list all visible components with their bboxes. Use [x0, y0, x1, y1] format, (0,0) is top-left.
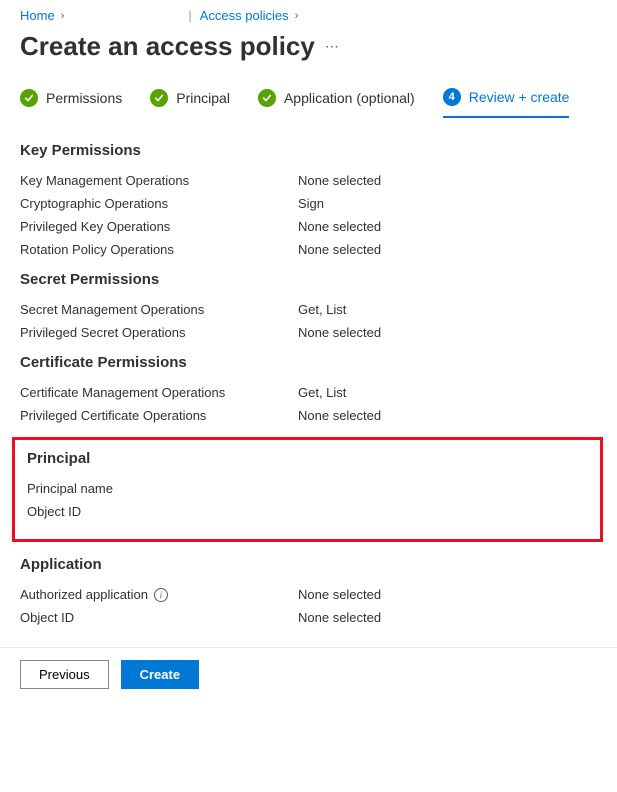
step-review[interactable]: 4 Review + create [443, 88, 570, 118]
kv-value: None selected [298, 242, 381, 257]
kv-label: Object ID [27, 504, 305, 519]
section-title-principal: Principal [27, 450, 588, 467]
check-icon [258, 89, 276, 107]
kv-label: Privileged Key Operations [20, 219, 298, 234]
check-icon [20, 89, 38, 107]
kv-label-text: Authorized application [20, 587, 148, 602]
section-title-secret: Secret Permissions [20, 271, 597, 288]
kv-value: None selected [298, 219, 381, 234]
stepper: Permissions Principal Application (optio… [0, 80, 617, 118]
step-principal[interactable]: Principal [150, 88, 230, 118]
review-content: Key Permissions Key Management Operation… [0, 118, 617, 647]
kv-label: Secret Management Operations [20, 302, 298, 317]
page-header: Create an access policy ⋯ [0, 27, 617, 80]
kv-value: Sign [298, 196, 324, 211]
previous-button[interactable]: Previous [20, 660, 109, 689]
kv-row: Object ID [27, 504, 588, 519]
kv-row: Principal name [27, 481, 588, 496]
kv-label: Key Management Operations [20, 173, 298, 188]
separator-icon: | [188, 8, 191, 23]
kv-row: Secret Management Operations Get, List [20, 302, 597, 317]
kv-row: Certificate Management Operations Get, L… [20, 385, 597, 400]
kv-row: Cryptographic Operations Sign [20, 196, 597, 211]
principal-highlight: Principal Principal name Object ID [12, 437, 603, 542]
info-icon[interactable]: i [154, 588, 168, 602]
chevron-right-icon: › [295, 10, 299, 22]
step-label: Review + create [469, 89, 570, 105]
kv-value: Get, List [298, 302, 346, 317]
step-number-icon: 4 [443, 88, 461, 106]
kv-value: None selected [298, 610, 381, 625]
kv-value: None selected [298, 325, 381, 340]
kv-label: Privileged Secret Operations [20, 325, 298, 340]
kv-value: Get, List [298, 385, 346, 400]
page-title: Create an access policy [20, 31, 315, 62]
section-title-key: Key Permissions [20, 142, 597, 159]
step-label: Permissions [46, 90, 122, 106]
footer: Previous Create [0, 647, 617, 701]
breadcrumb-home[interactable]: Home [20, 8, 55, 23]
create-button[interactable]: Create [121, 660, 199, 689]
kv-label: Principal name [27, 481, 305, 496]
kv-row: Rotation Policy Operations None selected [20, 242, 597, 257]
kv-row: Privileged Certificate Operations None s… [20, 408, 597, 423]
kv-row: Privileged Secret Operations None select… [20, 325, 597, 340]
kv-label: Certificate Management Operations [20, 385, 298, 400]
section-title-certificate: Certificate Permissions [20, 354, 597, 371]
step-permissions[interactable]: Permissions [20, 88, 122, 118]
step-application[interactable]: Application (optional) [258, 88, 415, 118]
kv-row: Authorized application i None selected [20, 587, 597, 602]
kv-row: Object ID None selected [20, 610, 597, 625]
kv-row: Key Management Operations None selected [20, 173, 597, 188]
kv-value: None selected [298, 587, 381, 602]
chevron-right-icon: › [61, 10, 65, 22]
step-label: Application (optional) [284, 90, 415, 106]
breadcrumb: Home › | Access policies › [0, 0, 617, 27]
step-label: Principal [176, 90, 230, 106]
kv-label: Rotation Policy Operations [20, 242, 298, 257]
kv-label: Authorized application i [20, 587, 298, 602]
kv-value: None selected [298, 408, 381, 423]
breadcrumb-access-policies[interactable]: Access policies [200, 8, 289, 23]
section-title-application: Application [20, 556, 597, 573]
more-icon[interactable]: ⋯ [325, 38, 340, 55]
kv-label: Cryptographic Operations [20, 196, 298, 211]
check-icon [150, 89, 168, 107]
kv-row: Privileged Key Operations None selected [20, 219, 597, 234]
kv-value: None selected [298, 173, 381, 188]
kv-label: Object ID [20, 610, 298, 625]
kv-label: Privileged Certificate Operations [20, 408, 298, 423]
